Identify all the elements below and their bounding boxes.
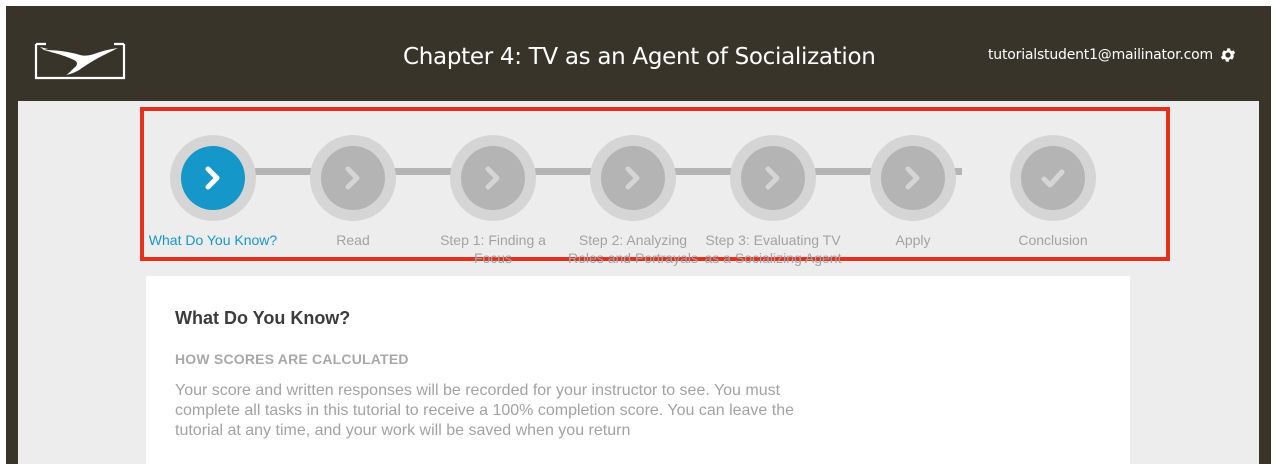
step-core xyxy=(601,146,665,210)
step-ring xyxy=(730,135,816,221)
card-title: What Do You Know? xyxy=(175,308,351,328)
step-core xyxy=(1021,146,1085,210)
step-what-do-you-know[interactable]: What Do You Know? xyxy=(143,135,283,257)
content-card: What Do You Know? HOW SCORES ARE CALCULA… xyxy=(146,276,1130,464)
step-label: Conclusion xyxy=(1018,232,1088,248)
page-title: Chapter 4: TV as an Agent of Socializati… xyxy=(403,44,876,70)
step-label: What Do You Know? xyxy=(148,232,278,248)
step-label: Apply xyxy=(895,232,931,248)
bird-logo-icon[interactable] xyxy=(34,34,126,80)
step-ring xyxy=(870,135,956,221)
user-menu[interactable]: tutorialstudent1@mailinator.com xyxy=(988,46,1237,64)
chevron-right-icon xyxy=(905,166,920,190)
step-core xyxy=(461,146,525,210)
step-read[interactable]: Read xyxy=(283,135,423,257)
step-ring xyxy=(1010,135,1096,221)
step-label: Read xyxy=(336,232,370,248)
step-ring xyxy=(450,135,536,221)
step-finding-a-focus[interactable]: Step 1: Finding a Focus xyxy=(423,135,563,266)
step-core xyxy=(321,146,385,210)
step-core xyxy=(881,146,945,210)
gear-icon[interactable] xyxy=(1219,46,1237,64)
step-core xyxy=(741,146,805,210)
step-apply[interactable]: Apply xyxy=(843,135,983,257)
step-evaluating-tv[interactable]: Step 3: Evaluating TV as a Socializing A… xyxy=(703,135,843,266)
step-ring xyxy=(590,135,676,221)
step-label: Step 2: Analyzing Roles and Portrayals xyxy=(568,232,698,266)
chevron-right-icon xyxy=(205,166,220,190)
chevron-right-icon xyxy=(345,166,360,190)
step-ring xyxy=(310,135,396,221)
main-content: What Do You Know? Read Step 1: Finding a… xyxy=(18,101,1259,464)
step-ring xyxy=(170,135,256,221)
card-body-text: Your score and written responses will be… xyxy=(175,382,795,439)
card-subtitle: HOW SCORES ARE CALCULATED xyxy=(175,351,409,367)
top-header: Chapter 4: TV as an Agent of Socializati… xyxy=(6,6,1271,101)
app-frame: Chapter 4: TV as an Agent of Socializati… xyxy=(6,6,1271,464)
chevron-right-icon xyxy=(485,166,500,190)
step-analyzing-roles[interactable]: Step 2: Analyzing Roles and Portrayals xyxy=(563,135,703,266)
checkmark-icon xyxy=(1041,169,1065,188)
step-conclusion[interactable]: Conclusion xyxy=(983,135,1123,257)
chevron-right-icon xyxy=(765,166,780,190)
step-label: Step 3: Evaluating TV as a Socializing A… xyxy=(704,232,842,266)
progress-stepper: What Do You Know? Read Step 1: Finding a… xyxy=(140,107,1170,266)
step-core xyxy=(181,146,245,210)
chevron-right-icon xyxy=(625,166,640,190)
step-label: Step 1: Finding a Focus xyxy=(440,232,546,266)
user-email[interactable]: tutorialstudent1@mailinator.com xyxy=(988,47,1213,63)
